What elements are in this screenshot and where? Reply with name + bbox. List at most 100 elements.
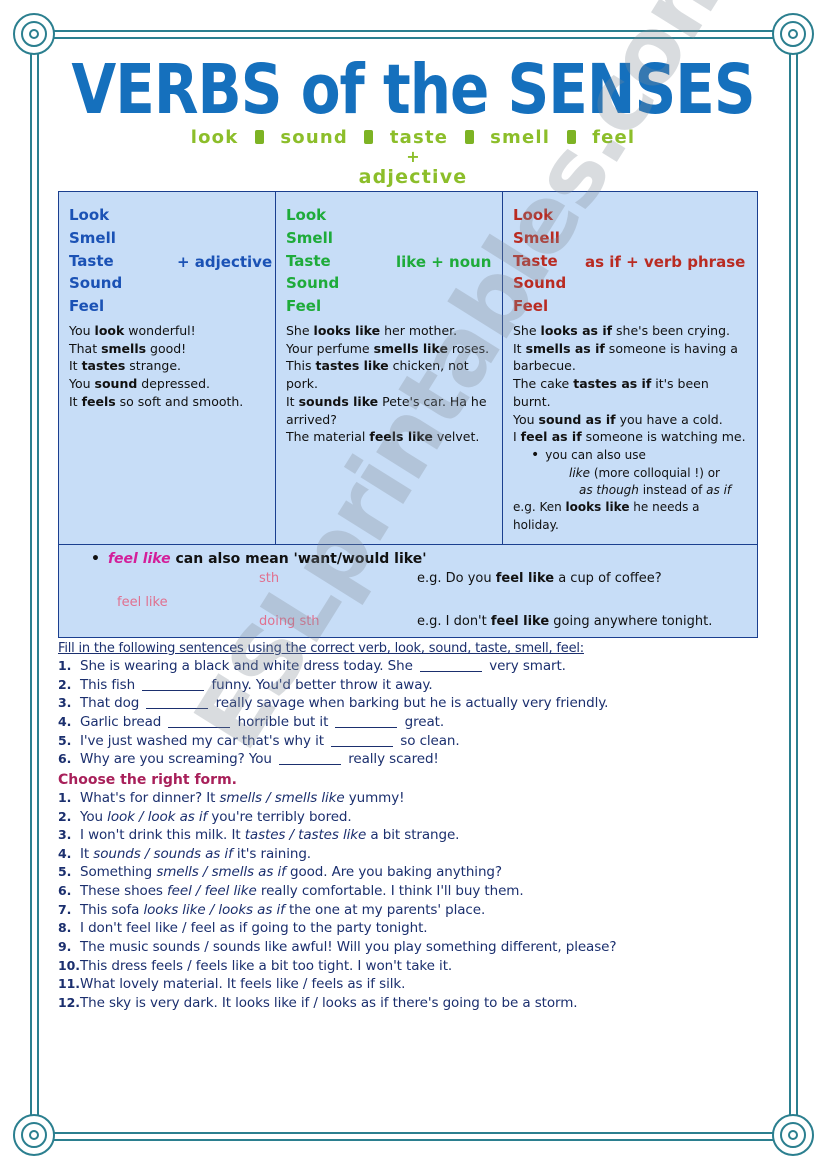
choice-options[interactable]: look / look as if [107, 809, 207, 825]
item-number: 12. [58, 994, 80, 1010]
choice-options[interactable]: smells / smells like [219, 790, 344, 806]
choice-options[interactable]: feel like / feel as if [126, 920, 247, 936]
subtitle-word-sound: sound [280, 127, 348, 148]
choice-options[interactable]: tastes / tastes like [245, 827, 367, 843]
exercise-2-item[interactable]: 12. The sky is very dark. It looks like … [58, 994, 768, 1013]
feel-like-branch-grid: feel like sth doing sth e.g. Do you feel… [67, 571, 749, 629]
note-example-line: e.g. Ken looks like he needs a holiday. [513, 500, 700, 532]
item-text: The music sounds / sounds like awful! Wi… [80, 938, 617, 955]
exercise-2-item[interactable]: 10. This dress feels / feels like a bit … [58, 957, 768, 976]
pattern-label-like-noun: like + noun [396, 253, 492, 271]
example-sentence: She looks like her mother. [286, 322, 458, 338]
example-sentence: That smells good! [69, 340, 187, 356]
item-text: The sky is very dark. It looks like if /… [80, 994, 578, 1011]
example-sentence: This tastes like chicken, not pork. [286, 358, 469, 392]
verb-stack-adjective: Look Smell Taste Sound Feel + adjective [69, 204, 272, 318]
exercise-1-item[interactable]: 6. Why are you screaming? You really sca… [58, 750, 768, 769]
item-text: I don't feel like / feel as if going to … [80, 920, 428, 937]
item-text: Why are you screaming? You really scared… [80, 751, 439, 768]
item-number: 3. [58, 695, 72, 711]
exercise-2-item[interactable]: 5. Something smells / smells as if good.… [58, 863, 768, 882]
verb-feel: Feel [69, 297, 105, 316]
item-text: Garlic bread horrible but it great. [80, 714, 445, 731]
bullet-dot-icon: • [531, 447, 540, 464]
item-number: 3. [58, 827, 72, 843]
item-number: 5. [58, 864, 72, 880]
verb-stack-like-noun: Look Smell Taste Sound Feel like + noun [286, 204, 494, 318]
answer-blank[interactable] [142, 689, 205, 691]
exercise-2-item[interactable]: 7. This sofa looks like / looks as if th… [58, 901, 768, 920]
example-sentence: Your perfume smells like roses. [286, 340, 490, 356]
answer-blank[interactable] [146, 708, 209, 710]
answer-blank[interactable] [420, 671, 483, 673]
choice-options[interactable]: feels like / feels as if [240, 976, 375, 992]
example-sentence: It smells as if someone is having a barb… [513, 340, 738, 374]
subtitle-word-smell: smell [490, 127, 551, 148]
item-number: 2. [58, 808, 72, 824]
subtitle-separator-icon [254, 130, 264, 144]
verb-sound: Sound [513, 274, 567, 293]
exercise-2-heading: Choose the right form. [58, 771, 237, 788]
example-sentence: She looks as if she's been crying. [513, 322, 730, 338]
exercise-2-item[interactable]: 2. You look / look as if you're terribly… [58, 808, 768, 827]
note-bullet-text: you can also use [545, 448, 646, 463]
grammar-column-like-noun: Look Smell Taste Sound Feel like + noun … [276, 192, 503, 545]
exercise-2-item[interactable]: 4. It sounds / sounds as if it's raining… [58, 845, 768, 864]
subtitle-plus-sign: + [406, 147, 420, 166]
exercise-2-item[interactable]: 9. The music sounds / sounds like awful!… [58, 938, 768, 957]
example-sentence: You sound depressed. [69, 376, 211, 392]
subtitle-verb-row: look sound taste smell feel [40, 127, 786, 148]
choice-options[interactable]: smells / smells as if [156, 864, 286, 880]
exercise-1-item[interactable]: 4. Garlic bread horrible but it great. [58, 713, 768, 732]
exercise-2-item[interactable]: 1. What's for dinner? It smells / smells… [58, 789, 768, 808]
page-title: VERBS of the SENSES [71, 49, 755, 130]
verb-smell: Smell [69, 228, 116, 247]
exercise-2-item[interactable]: 11. What lovely material. It feels like … [58, 975, 768, 994]
answer-blank[interactable] [279, 764, 342, 766]
example-list-adjective: You look wonderful! That smells good! It… [69, 322, 267, 411]
subtitle-separator-icon [464, 130, 474, 144]
note-line-as-though: as though instead of as if [579, 483, 732, 498]
item-text: I won't drink this milk. It tastes / tas… [80, 827, 460, 844]
verb-sound: Sound [69, 274, 123, 293]
answer-blank[interactable] [168, 727, 231, 729]
verb-look: Look [69, 206, 110, 224]
choice-options[interactable]: looks like if / looks as if [235, 995, 388, 1011]
as-if-note-block: • you can also use like (more colloquial… [513, 447, 749, 534]
feel-like-emphasis: feel like [107, 551, 171, 568]
item-text: This sofa looks like / looks as if the o… [80, 901, 486, 918]
example-sentence: I feel as if someone is watching me. [513, 429, 746, 445]
worksheet-content: VERBS of the SENSES look sound taste sme… [0, 0, 826, 1169]
item-number: 4. [58, 714, 72, 730]
item-number: 1. [58, 658, 72, 674]
exercise-1-item[interactable]: 5. I've just washed my car that's why it… [58, 732, 768, 751]
choice-options[interactable]: feel / feel like [167, 883, 257, 899]
exercise-2-item[interactable]: 3. I won't drink this milk. It tastes / … [58, 826, 768, 845]
item-text: These shoes feel / feel like really comf… [80, 883, 524, 900]
feel-like-heading-text: can also mean 'want/would like' [175, 551, 427, 568]
choice-options[interactable]: looks like / looks as if [144, 902, 285, 918]
bullet-dot-icon: • [91, 551, 100, 568]
choice-options[interactable]: sounds / sounds like [153, 939, 288, 955]
verb-feel: Feel [286, 297, 322, 316]
subtitle-adjective: adjective [358, 165, 468, 188]
answer-blank[interactable] [331, 745, 394, 747]
choice-options[interactable]: feels / feels like [151, 958, 254, 974]
item-text: This fish funny. You'd better throw it a… [80, 676, 433, 693]
feel-like-panel: • feel like can also mean 'want/would li… [58, 545, 758, 639]
exercises-section: Fill in the following sentences using th… [58, 641, 768, 1012]
example-list-as-if: She looks as if she's been crying. It sm… [513, 322, 749, 446]
exercise-1-item[interactable]: 2. This fish funny. You'd better throw i… [58, 676, 768, 695]
exercise-1-item[interactable]: 3. That dog really savage when barking b… [58, 694, 768, 713]
exercise-2-item[interactable]: 8. I don't feel like / feel as if going … [58, 919, 768, 938]
feel-like-heading: • feel like can also mean 'want/would li… [67, 551, 749, 567]
exercise-2-list: 1. What's for dinner? It smells / smells… [58, 789, 768, 1013]
choice-options[interactable]: sounds / sounds as if [93, 846, 233, 862]
answer-blank[interactable] [335, 727, 398, 729]
note-bullet-row: • you can also use [513, 447, 749, 464]
exercise-2-item[interactable]: 6. These shoes feel / feel like really c… [58, 882, 768, 901]
feel-like-example-1: e.g. Do you feel like a cup of coffee? [417, 571, 662, 587]
exercise-1-item[interactable]: 1. She is wearing a black and white dres… [58, 657, 768, 676]
example-sentence: The material feels like velvet. [286, 429, 480, 445]
verb-feel: Feel [513, 297, 549, 316]
